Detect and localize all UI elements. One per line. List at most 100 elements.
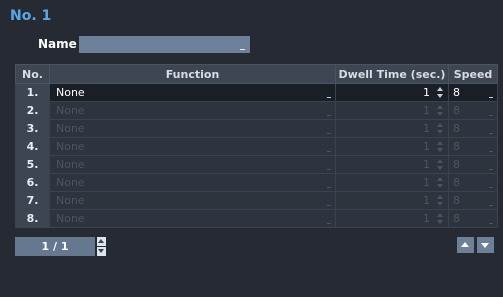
function-select: None <box>49 191 336 210</box>
dwell-time-value: 1 <box>423 122 430 135</box>
spin-arrows-icon <box>437 141 443 152</box>
function-value: None <box>56 86 85 99</box>
dwell-time-stepper: 1 <box>335 119 449 138</box>
dwell-time-stepper: 1 <box>335 173 449 192</box>
tour-table: No. Function Dwell Time (sec.) Speed 1. N… <box>15 64 498 228</box>
speed-value: 8 <box>453 158 460 171</box>
dropdown-corner-icon <box>327 133 331 134</box>
speed-select: 8 <box>448 101 498 120</box>
name-label: Name <box>38 37 77 51</box>
dwell-time-stepper: 1 <box>335 155 449 174</box>
function-value: None <box>56 158 85 171</box>
row-number: 5. <box>15 155 50 174</box>
speed-value: 8 <box>453 194 460 207</box>
row-number: 3. <box>15 119 50 138</box>
function-select: None <box>49 137 336 156</box>
spin-arrows-icon <box>437 177 443 188</box>
dwell-time-stepper: 1 <box>335 191 449 210</box>
spin-arrows-icon <box>437 123 443 134</box>
header-function: Function <box>49 64 336 84</box>
chevron-up-icon[interactable] <box>97 237 106 246</box>
table-row: 2. None 1 8 <box>15 101 498 120</box>
dropdown-corner-icon <box>327 187 331 188</box>
table-row: 3. None 1 8 <box>15 119 498 138</box>
function-value: None <box>56 212 85 225</box>
row-number: 4. <box>15 137 50 156</box>
dropdown-corner-icon <box>489 223 493 224</box>
dropdown-corner-icon <box>489 169 493 170</box>
speed-select: 8 <box>448 191 498 210</box>
table-row: 1. None 1 8 <box>15 83 498 102</box>
speed-value: 8 <box>453 140 460 153</box>
speed-value: 8 <box>453 104 460 117</box>
dwell-time-value: 1 <box>423 194 430 207</box>
function-select: None <box>49 101 336 120</box>
row-number: 7. <box>15 191 50 210</box>
dwell-time-value: 1 <box>423 86 430 99</box>
row-number: 8. <box>15 209 50 228</box>
move-down-button[interactable] <box>477 237 494 253</box>
speed-select: 8 <box>448 155 498 174</box>
function-select: None <box>49 209 336 228</box>
table-row: 8. None 1 8 <box>15 209 498 228</box>
page-indicator: 1 / 1 <box>15 237 95 256</box>
speed-value: 8 <box>453 176 460 189</box>
speed-select: 8 <box>448 137 498 156</box>
dropdown-corner-icon <box>327 115 331 116</box>
function-value: None <box>56 140 85 153</box>
dropdown-corner-icon <box>489 115 493 116</box>
dropdown-corner-icon <box>327 205 331 206</box>
dwell-time-value: 1 <box>423 212 430 225</box>
dropdown-corner-icon <box>489 205 493 206</box>
speed-value: 8 <box>453 86 460 99</box>
header-no: No. <box>15 64 50 84</box>
row-number: 6. <box>15 173 50 192</box>
name-input[interactable] <box>79 36 250 53</box>
spin-arrows-icon <box>437 195 443 206</box>
spin-arrows-icon <box>437 159 443 170</box>
function-value: None <box>56 194 85 207</box>
spin-arrows-icon <box>437 87 443 98</box>
preset-title: No. 1 <box>10 8 52 24</box>
dropdown-corner-icon <box>489 97 493 98</box>
function-select[interactable]: None <box>49 83 336 102</box>
dwell-time-stepper: 1 <box>335 101 449 120</box>
row-number: 1. <box>15 83 50 102</box>
speed-select: 8 <box>448 119 498 138</box>
dropdown-corner-icon <box>489 133 493 134</box>
dropdown-corner-icon <box>327 151 331 152</box>
header-speed: Speed <box>448 64 498 84</box>
move-up-button[interactable] <box>457 237 474 253</box>
function-select: None <box>49 155 336 174</box>
dwell-time-value: 1 <box>423 104 430 117</box>
row-number: 2. <box>15 101 50 120</box>
dwell-time-value: 1 <box>423 158 430 171</box>
arrow-down-icon <box>481 243 489 248</box>
function-value: None <box>56 176 85 189</box>
function-value: None <box>56 104 85 117</box>
dropdown-corner-icon <box>489 151 493 152</box>
dwell-time-stepper[interactable]: 1 <box>335 83 449 102</box>
page-stepper[interactable] <box>97 237 106 256</box>
chevron-down-icon[interactable] <box>97 247 106 256</box>
table-row: 4. None 1 8 <box>15 137 498 156</box>
dropdown-corner-icon <box>327 223 331 224</box>
spin-arrows-icon <box>437 105 443 116</box>
function-value: None <box>56 122 85 135</box>
dropdown-corner-icon <box>489 187 493 188</box>
speed-select: 8 <box>448 173 498 192</box>
dropdown-corner-icon <box>327 169 331 170</box>
dwell-time-value: 1 <box>423 140 430 153</box>
dropdown-corner-icon <box>240 49 245 50</box>
dwell-time-stepper: 1 <box>335 209 449 228</box>
function-select: None <box>49 119 336 138</box>
table-row: 6. None 1 8 <box>15 173 498 192</box>
speed-value: 8 <box>453 122 460 135</box>
table-row: 7. None 1 8 <box>15 191 498 210</box>
table-header-row: No. Function Dwell Time (sec.) Speed <box>15 64 498 84</box>
dropdown-corner-icon <box>327 97 331 98</box>
arrow-up-icon <box>461 242 469 247</box>
speed-select: 8 <box>448 209 498 228</box>
speed-select[interactable]: 8 <box>448 83 498 102</box>
function-select: None <box>49 173 336 192</box>
